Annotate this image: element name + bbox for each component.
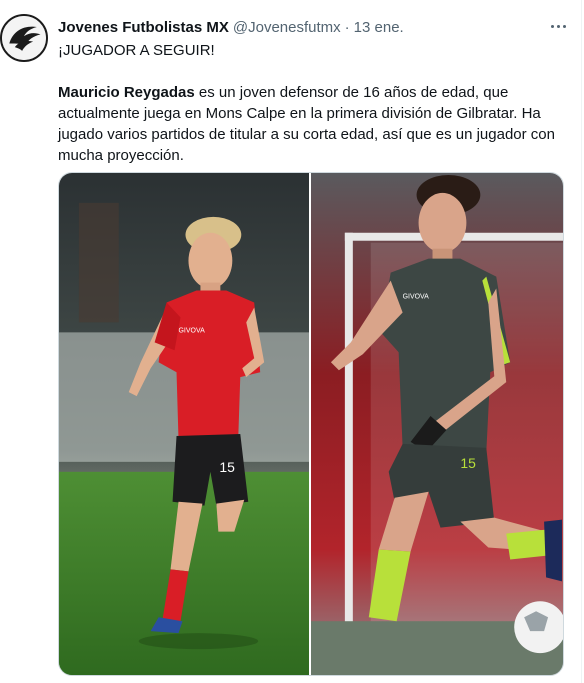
sponsor-right: GIVOVA bbox=[403, 294, 430, 301]
more-dots-icon bbox=[562, 24, 566, 28]
author-name[interactable]: Jovenes Futbolistas MX bbox=[58, 19, 229, 36]
player-photo-left: 15 GIVOVA bbox=[59, 173, 309, 675]
tweet-date[interactable]: 13 ene. bbox=[354, 19, 404, 36]
jersey-number-left: 15 bbox=[219, 459, 235, 475]
photo-player-red-kit[interactable]: 15 GIVOVA bbox=[59, 173, 309, 675]
avatar[interactable] bbox=[0, 14, 48, 62]
jersey-number-right: 15 bbox=[460, 455, 476, 471]
sponsor-left: GIVOVA bbox=[179, 327, 206, 334]
tweet-body: Mauricio Reygadas es un joven defensor d… bbox=[58, 82, 558, 166]
tweet-headline: ¡JUGADOR A SEGUIR! bbox=[58, 42, 215, 59]
player-photo-right: 15 GIVOVA bbox=[311, 173, 563, 675]
author-handle[interactable]: @Jovenesfutmx bbox=[233, 19, 341, 36]
more-dots-icon bbox=[550, 24, 554, 28]
media-grid[interactable]: 15 GIVOVA 15 GIVOVA bbox=[58, 172, 564, 676]
photo-player-dark-kit[interactable]: 15 GIVOVA bbox=[311, 173, 563, 675]
eagle-logo-icon bbox=[2, 16, 46, 60]
tweet-header: Jovenes Futbolistas MX @Jovenesfutmx · 1… bbox=[58, 16, 544, 38]
divider bbox=[581, 0, 582, 683]
more-options-button[interactable] bbox=[546, 16, 570, 36]
more-dots-icon bbox=[556, 24, 560, 28]
player-name: Mauricio Reygadas bbox=[58, 84, 195, 101]
separator-dot: · bbox=[344, 18, 350, 36]
tweet-text: ¡JUGADOR A SEGUIR! Mauricio Reygadas es … bbox=[58, 40, 558, 166]
tweet[interactable]: Jovenes Futbolistas MX @Jovenesfutmx · 1… bbox=[0, 0, 584, 683]
